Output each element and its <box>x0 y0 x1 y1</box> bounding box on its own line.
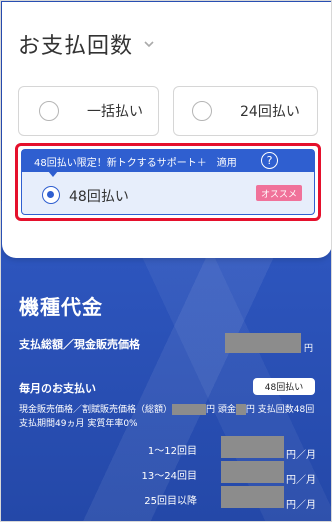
period-amount-masked-3 <box>221 486 284 508</box>
desc-mask-2 <box>235 404 246 415</box>
option-24-label: 24回払い <box>240 104 300 120</box>
option-lump-sum-label: 一括払い <box>87 104 143 120</box>
total-price-masked <box>225 333 301 353</box>
recommend-badge: オススメ <box>255 185 302 201</box>
desc-mask-1 <box>172 404 207 415</box>
radio-24-installments[interactable] <box>192 101 212 121</box>
period-unit-2: 円／月 <box>286 475 316 486</box>
period-label-2: 13〜24回目 <box>141 471 197 482</box>
option-lump-sum[interactable]: 一括払い <box>18 86 159 136</box>
period-amount-masked-2 <box>221 461 284 483</box>
period-unit-3: 円／月 <box>286 500 316 511</box>
installment-count-pill: 48回払い <box>253 378 315 395</box>
highlight-frame: 48回払い限定！新トクするサポート＋ 適用 ? 48回払い オススメ <box>15 143 321 221</box>
desc-part2: 円 頭金 <box>206 405 236 415</box>
promo-text: 48回払い限定！新トクするサポート＋ 適用 <box>34 157 237 169</box>
chevron-down-icon[interactable] <box>143 38 155 50</box>
desc-part1: 現金販売価格／割賦販売価格（総額） <box>19 405 173 415</box>
device-price-title: 機種代金 <box>19 295 103 319</box>
period-unit-1: 円／月 <box>286 450 316 461</box>
promo-notch <box>48 171 58 177</box>
installment-card: お支払回数 一括払い 24回払い 48回払い限定！新トクするサポート＋ 適用 ?… <box>2 2 331 258</box>
payment-screen: お支払回数 一括払い 24回払い 48回払い限定！新トクするサポート＋ 適用 ?… <box>0 0 332 522</box>
radio-48-installments[interactable] <box>42 186 60 204</box>
installment-header[interactable]: お支払回数 <box>18 28 155 60</box>
question-circle-icon[interactable]: ? <box>261 152 278 169</box>
payment-description: 現金販売価格／割賦販売価格（総額）円 頭金円 支払回数48回 支払期間49ヵ月 … <box>19 403 319 431</box>
installment-title: お支払回数 <box>18 34 134 59</box>
option-24-installments[interactable]: 24回払い <box>173 86 318 136</box>
option-48-label: 48回払い <box>69 189 129 205</box>
period-label-1: 1〜12回目 <box>147 446 197 457</box>
radio-lump-sum[interactable] <box>39 101 59 121</box>
period-amount-masked-1 <box>221 436 284 458</box>
total-unit: 円 <box>304 344 314 354</box>
option-48-installments[interactable]: 48回払い限定！新トクするサポート＋ 適用 ? 48回払い オススメ <box>21 149 315 215</box>
total-label: 支払総額／現金販売価格 <box>19 338 140 351</box>
monthly-label: 毎月のお支払い <box>19 382 96 395</box>
period-label-3: 25回目以降 <box>144 496 197 507</box>
